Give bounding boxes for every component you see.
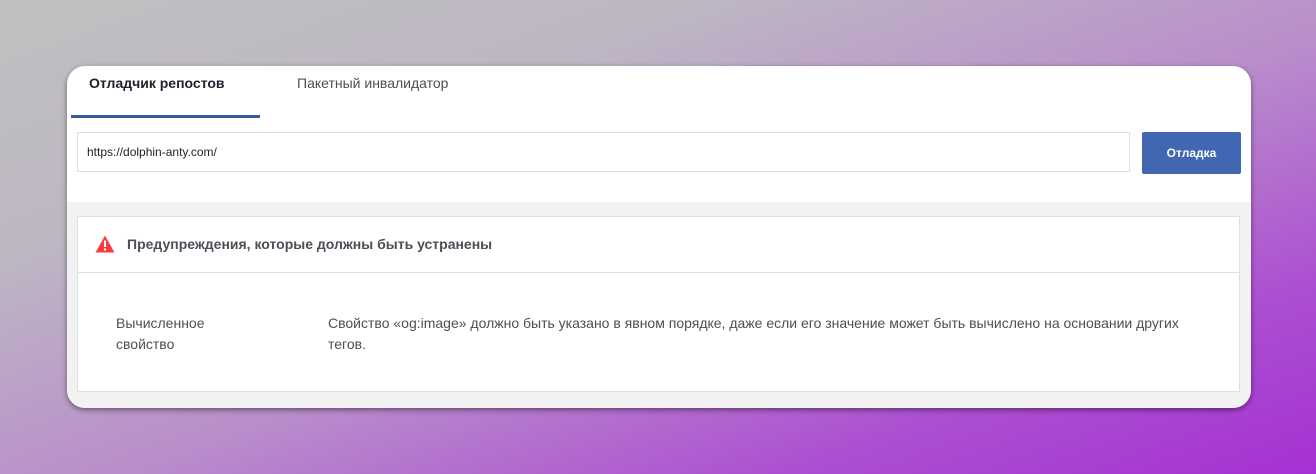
- active-tab-indicator: [71, 115, 260, 118]
- debug-button[interactable]: Отладка: [1142, 132, 1241, 174]
- warnings-panel: Предупреждения, которые должны быть устр…: [77, 216, 1240, 392]
- warning-row-label: Вычисленное свойство: [116, 315, 205, 352]
- warning-row-text: Свойство «og:image» должно быть указано …: [328, 315, 1179, 352]
- url-input[interactable]: [77, 132, 1130, 172]
- tab-sharing-debugger[interactable]: Отладчик репостов: [89, 66, 225, 118]
- warning-triangle-icon: [95, 235, 115, 253]
- tab-batch-invalidator[interactable]: Пакетный инвалидатор: [297, 66, 448, 118]
- tab-bar: Отладчик репостов Пакетный инвалидатор: [67, 66, 1251, 118]
- warnings-header: Предупреждения, которые должны быть устр…: [78, 217, 1239, 273]
- warnings-title: Предупреждения, которые должны быть устр…: [127, 236, 493, 252]
- sharing-debugger-card: Отладчик репостов Пакетный инвалидатор О…: [67, 66, 1251, 408]
